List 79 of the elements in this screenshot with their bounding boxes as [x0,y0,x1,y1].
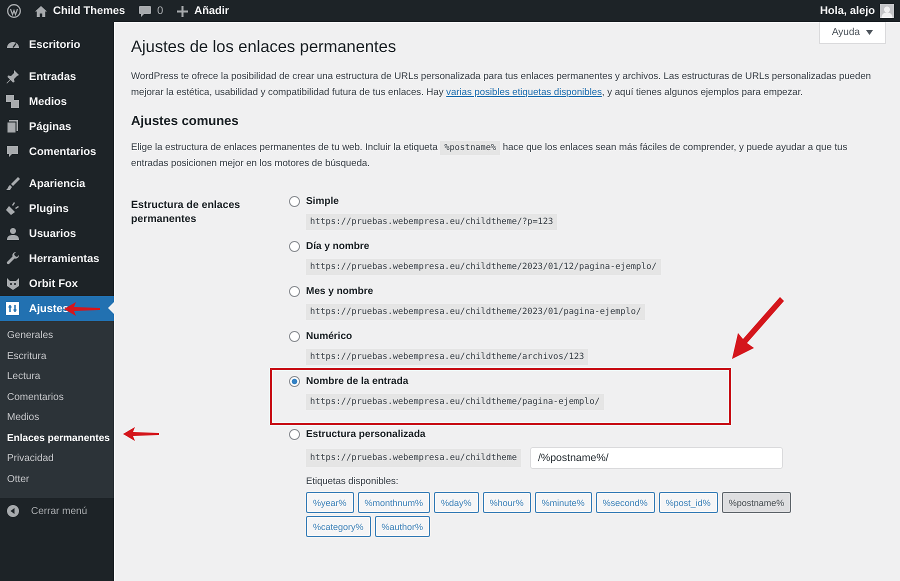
collapse-menu-button[interactable]: Cerrar menú [0,498,114,524]
caret-icon [866,30,873,35]
option-label: Mes y nombre [306,286,374,297]
tag-button[interactable]: %minute% [534,492,592,513]
pages-icon [6,120,20,134]
tag-button[interactable]: %author% [374,516,430,537]
avatar-icon [880,4,894,18]
menu-item[interactable]: Páginas [0,114,114,139]
wordpress-logo-icon [7,4,21,18]
url-prefix: https://pruebas.webempresa.eu/childtheme [306,449,521,467]
url-example: https://pruebas.webempresa.eu/childtheme/pagina-ejemplo/ [306,394,604,410]
home-icon [35,6,47,16]
menu-item[interactable]: Herramientas [0,246,114,271]
radio-button[interactable] [289,286,300,297]
menu-item[interactable]: Medios [0,89,114,114]
section-title: Ajustes comunes [131,113,240,128]
tag-button[interactable]: %category% [306,516,371,537]
media-icon [6,94,20,108]
pushpin-icon [6,70,20,84]
fox-icon [6,276,20,290]
radio-button[interactable] [289,196,300,207]
option-label: Nombre de la entrada [306,376,408,387]
person-icon [6,226,20,240]
submenu-item[interactable]: Otter [0,470,114,490]
intro-text: WordPress te ofrece la posibilidad de crear una estructura de URLs personalizada para tus enlaces permanentes y archivos. Las estructuras de URLs personalizadas pueden mejorar la estética, usabilidad y compatibilidad futura de tus enlaces. Hay varias posibles etiquetas disponibles, y aquí tienes algunos ejemplos para empezar. [131,70,872,100]
radio-button[interactable] [289,376,300,387]
menu-item[interactable]: Entradas [0,64,114,89]
option-label: Numérico [306,331,352,342]
field-label: Estructura de enlaces permanentes [131,198,242,226]
paintbrush-icon [6,176,20,190]
site-link[interactable]: Child Themes [35,5,126,17]
tag-button[interactable]: %monthnum% [358,492,430,513]
menu-item[interactable]: Apariencia [0,171,114,196]
url-example: https://pruebas.webempresa.eu/childtheme/?p=123 [306,214,558,230]
option-label: Día y nombre [306,241,370,252]
pointer-notch-icon [108,302,114,314]
plus-icon [177,6,188,16]
option-label: Estructura personalizada [306,429,426,440]
add-new-link[interactable]: Añadir [177,5,230,17]
menu-item[interactable]: Orbit Fox [0,271,114,296]
page-title: Ajustes de los enlaces permanentes [131,38,398,57]
radio-button[interactable] [289,241,300,252]
url-example: https://pruebas.webempresa.eu/childtheme/archivos/123 [306,349,588,365]
submenu-item[interactable]: Enlaces permanentes [0,428,114,449]
radio-button[interactable] [289,429,300,440]
plug-icon [6,202,20,216]
tag-button[interactable]: %second% [596,492,655,513]
structure-input[interactable]: /%postname%/ [530,447,783,469]
tag-button[interactable]: %day% [434,492,479,513]
tag-button[interactable]: %year% [306,492,354,513]
option-label: Simple [306,196,339,207]
tags-link[interactable]: varias posibles etiquetas disponibles [446,87,602,98]
speech-bubble-icon [139,6,152,16]
submenu-item[interactable]: Medios [0,408,114,428]
help-button[interactable]: Ayuda [818,22,886,44]
menu-item[interactable]: Comentarios [0,139,114,164]
submenu-item[interactable]: Generales [0,326,114,346]
annotation-arrow [732,297,784,359]
menu-item[interactable]: Escritorio [0,32,114,57]
tag-button[interactable]: %post_id% [658,492,718,513]
url-example: https://pruebas.webempresa.eu/childtheme/2023/01/12/pagina-ejemplo/ [306,259,661,275]
section-text: Elige la estructura de enlaces permanentes de tu web. Incluir la etiqueta %postname% hace que los enlaces sean más fáciles de comprender, y puede ayudar a que tus entradas posicionen mejor en los motores de búsqueda. [131,140,848,171]
submenu-item[interactable]: Comentarios [0,388,114,408]
menu-item[interactable]: Ajustes [0,296,114,321]
menu-item[interactable]: Plugins [0,196,114,221]
tags-label: Etiquetas disponibles: [306,476,398,487]
submenu-item[interactable]: Lectura [0,367,114,388]
tag-button[interactable]: %postname% [722,492,792,513]
menu-item[interactable]: Usuarios [0,221,114,246]
tag-button[interactable]: %hour% [482,492,531,513]
submenu-item[interactable]: Escritura [0,346,114,367]
account-link[interactable]: Hola, alejo [820,4,894,18]
sliders-icon [6,302,20,316]
comments-link[interactable]: 0 [139,5,164,17]
submenu-item[interactable]: Privacidad [0,449,114,470]
url-example: https://pruebas.webempresa.eu/childtheme/2023/01/pagina-ejemplo/ [306,304,646,320]
wrench-icon [6,252,20,266]
radio-button[interactable] [289,331,300,342]
speech-bubble-icon [6,144,20,158]
